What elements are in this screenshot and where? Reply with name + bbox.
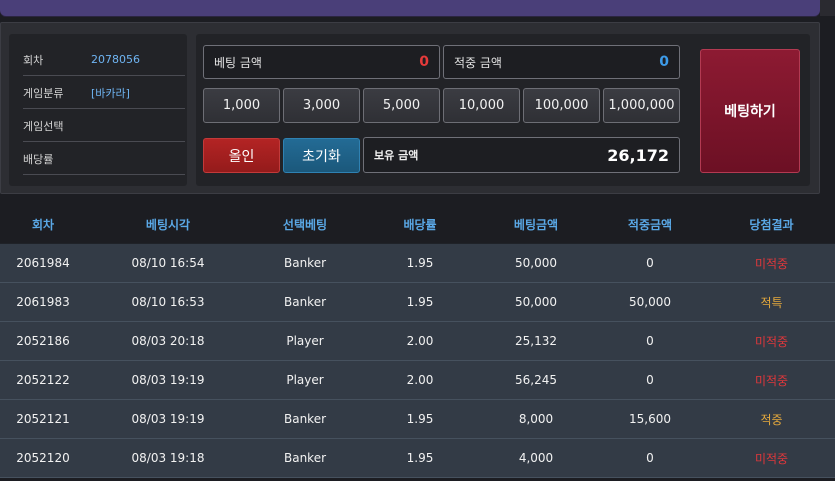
- cell-result: 미적중: [754, 451, 789, 466]
- cell-time: 08/03 20:18: [131, 334, 205, 348]
- win-amount-display: 적중 금액 0: [443, 45, 680, 79]
- cell-round: 2052186: [16, 334, 70, 348]
- odds-row: 배당률: [23, 143, 185, 175]
- balance-value: 26,172: [607, 145, 669, 165]
- chip-10000-button[interactable]: 10,000: [443, 88, 520, 123]
- balance-label: 보유 금액: [374, 149, 419, 162]
- table-header: 회차 베팅시각 선택베팅 배당률 베팅금액 적중금액 당첨결과: [0, 205, 835, 244]
- cell-result: 미적중: [754, 334, 789, 349]
- cell-result: 적특: [760, 295, 783, 310]
- table-row: 2061983 08/10 16:53 Banker 1.95 50,000 5…: [0, 283, 835, 322]
- top-banner-bar: [0, 0, 820, 16]
- cell-pick: Banker: [283, 412, 327, 426]
- chip-1000000-button[interactable]: 1,000,000: [603, 88, 680, 123]
- place-bet-button[interactable]: 베팅하기: [700, 49, 800, 173]
- cell-result: 미적중: [754, 373, 789, 388]
- cell-bet-amount: 50,000: [515, 256, 557, 270]
- cell-bet-amount: 25,132: [515, 334, 557, 348]
- cell-result: 적중: [760, 412, 783, 427]
- bet-amount-value: 0: [419, 54, 429, 70]
- bet-amount-label: 베팅 금액: [214, 55, 262, 70]
- cell-pick: Banker: [283, 451, 327, 465]
- cell-round: 2052120: [16, 451, 70, 465]
- cell-win-amount: 0: [646, 334, 654, 348]
- table-row: 2052121 08/03 19:19 Banker 1.95 8,000 15…: [0, 400, 835, 439]
- cell-pick: Banker: [283, 295, 327, 309]
- cell-bet-amount: 4,000: [518, 451, 554, 465]
- win-amount-label: 적중 금액: [454, 55, 502, 70]
- odds-label: 배당률: [23, 152, 54, 166]
- cell-pick: Banker: [283, 256, 327, 270]
- round-row: 회차 2078056: [23, 44, 185, 76]
- cell-result: 미적중: [754, 256, 789, 271]
- cell-time: 08/10 16:54: [131, 256, 205, 270]
- cell-win-amount: 50,000: [629, 295, 671, 309]
- cell-round: 2061984: [16, 256, 70, 270]
- cell-round: 2052122: [16, 373, 70, 387]
- chip-100000-button[interactable]: 100,000: [523, 88, 600, 123]
- cell-win-amount: 0: [646, 373, 654, 387]
- cell-odds: 2.00: [406, 373, 434, 387]
- header-odds: 배당률: [403, 217, 437, 232]
- cell-time: 08/03 19:19: [131, 373, 205, 387]
- cell-bet-amount: 56,245: [515, 373, 557, 387]
- cell-pick: Player: [286, 373, 324, 387]
- table-row: 2052122 08/03 19:19 Player 2.00 56,245 0…: [0, 361, 835, 400]
- chip-1000-button[interactable]: 1,000: [203, 88, 280, 123]
- header-win-amount: 적중금액: [627, 217, 673, 232]
- chip-5000-button[interactable]: 5,000: [363, 88, 440, 123]
- cell-odds: 2.00: [406, 334, 434, 348]
- chip-3000-button[interactable]: 3,000: [283, 88, 360, 123]
- category-value: [바카라]: [91, 86, 130, 100]
- cell-bet-amount: 50,000: [515, 295, 557, 309]
- category-label: 게임분류: [23, 86, 64, 100]
- header-round: 회차: [31, 217, 55, 232]
- header-time: 베팅시각: [145, 217, 191, 232]
- cell-odds: 1.95: [406, 295, 434, 309]
- bet-history-table: 회차 베팅시각 선택베팅 배당률 베팅금액 적중금액 당첨결과 2061984 …: [0, 205, 835, 478]
- bet-amount-display: 베팅 금액 0: [203, 45, 440, 79]
- cell-odds: 1.95: [406, 412, 434, 426]
- round-info-box: 회차 2078056 게임분류 [바카라] 게임선택 배당률: [9, 34, 187, 186]
- cell-pick: Player: [286, 334, 324, 348]
- round-label: 회차: [23, 53, 44, 67]
- header-result: 당첨결과: [749, 217, 794, 232]
- table-row: 2052186 08/03 20:18 Player 2.00 25,132 0…: [0, 322, 835, 361]
- selection-row: 게임선택: [23, 110, 185, 142]
- cell-win-amount: 0: [646, 451, 654, 465]
- round-value: 2078056: [91, 53, 140, 66]
- selection-label: 게임선택: [23, 119, 64, 133]
- header-bet-amount: 베팅금액: [513, 217, 559, 232]
- cell-win-amount: 15,600: [629, 412, 671, 426]
- header-pick: 선택베팅: [282, 217, 328, 232]
- table-row: 2052120 08/03 19:18 Banker 1.95 4,000 0 …: [0, 439, 835, 478]
- cell-win-amount: 0: [646, 256, 654, 270]
- cell-time: 08/03 19:18: [131, 451, 205, 465]
- cell-bet-amount: 8,000: [518, 412, 554, 426]
- cell-round: 2061983: [16, 295, 70, 309]
- category-row: 게임분류 [바카라]: [23, 77, 185, 109]
- cell-time: 08/03 19:19: [131, 412, 205, 426]
- cell-odds: 1.95: [406, 256, 434, 270]
- cell-odds: 1.95: [406, 451, 434, 465]
- balance-display: 보유 금액 26,172: [363, 137, 680, 173]
- top-edge: [820, 0, 835, 16]
- reset-button[interactable]: 초기화: [283, 138, 360, 173]
- cell-time: 08/10 16:53: [131, 295, 205, 309]
- win-amount-value: 0: [659, 54, 669, 70]
- table-row: 2061984 08/10 16:54 Banker 1.95 50,000 0…: [0, 244, 835, 283]
- cell-round: 2052121: [16, 412, 70, 426]
- all-in-button[interactable]: 올인: [203, 138, 280, 173]
